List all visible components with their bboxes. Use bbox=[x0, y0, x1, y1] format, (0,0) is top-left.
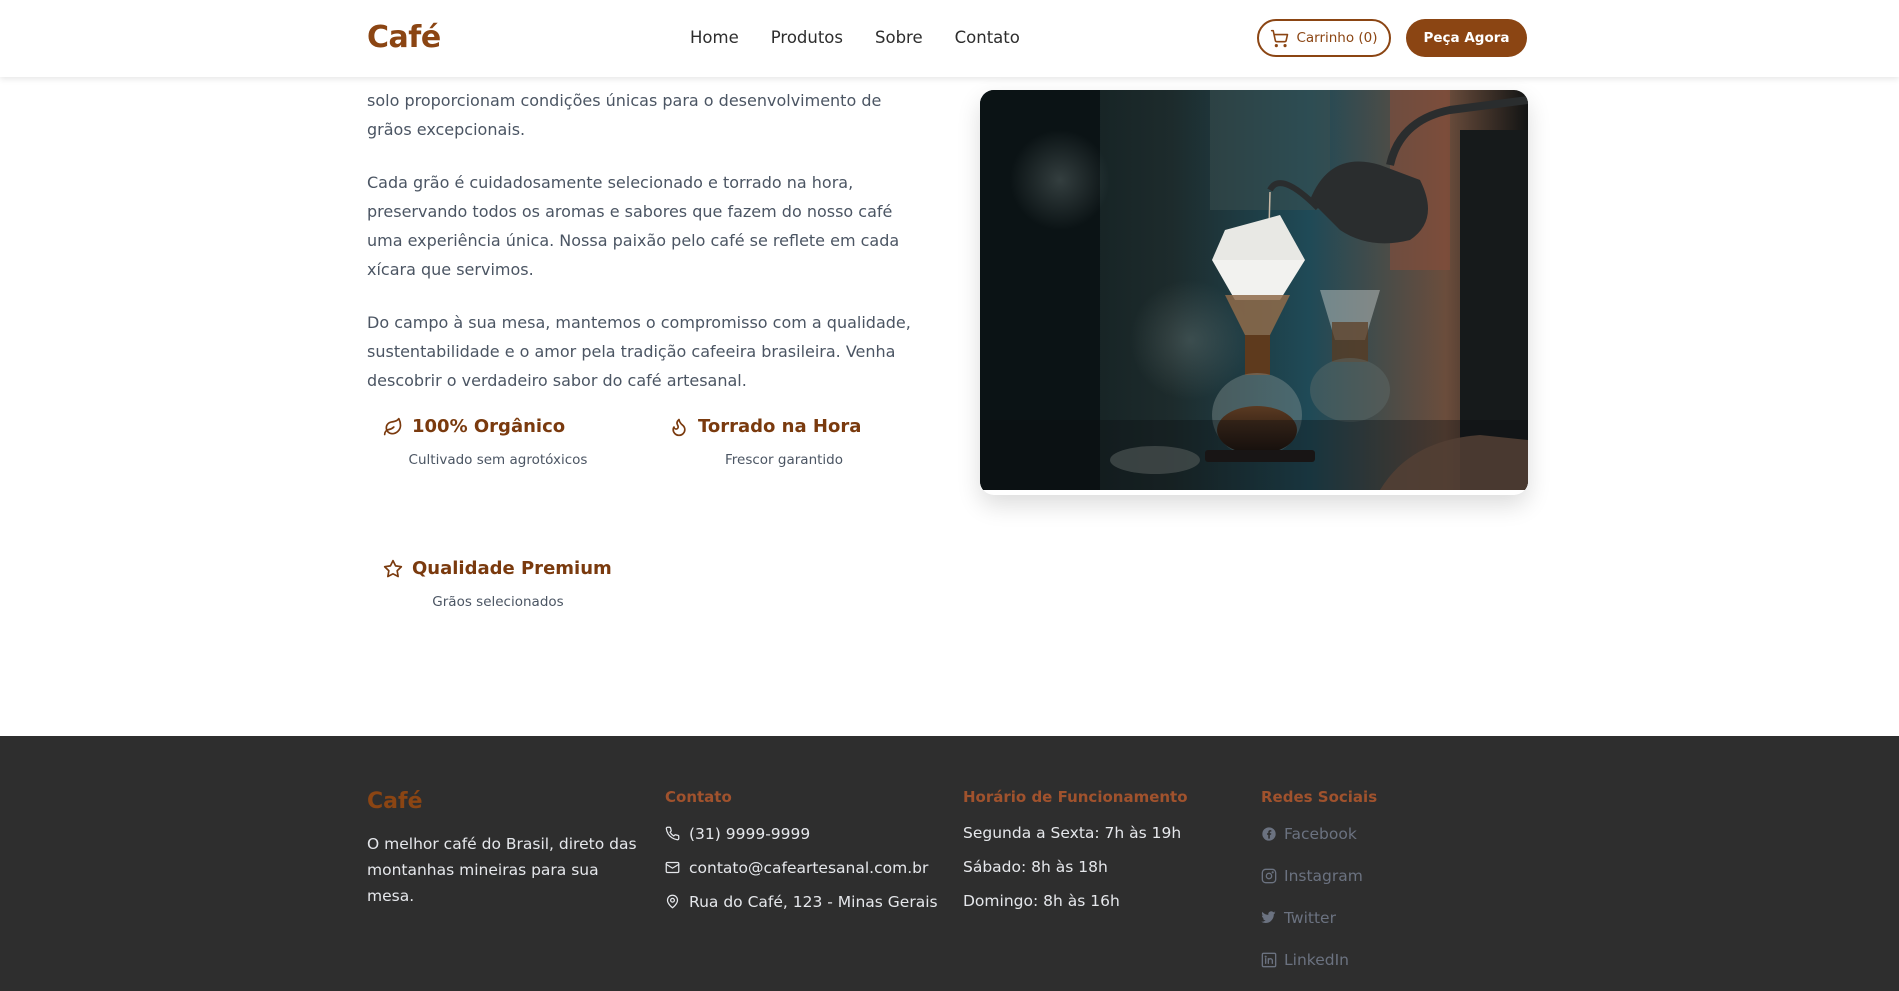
feature-list: 100% Orgânico Cultivado sem agrotóxicos … bbox=[367, 410, 927, 630]
feature-description: Frescor garantido bbox=[725, 452, 843, 468]
leaf-icon bbox=[383, 417, 402, 435]
about-paragraph: solo proporcionam condições únicas para … bbox=[367, 91, 882, 139]
map-pin-icon bbox=[666, 894, 679, 909]
about-text: solo proporcionam condições únicas para … bbox=[367, 88, 922, 419]
social-link-label: Facebook bbox=[1284, 824, 1357, 843]
nav-link-sobre[interactable]: Sobre bbox=[875, 28, 923, 47]
order-now-button[interactable]: Peça Agora bbox=[1406, 19, 1527, 57]
star-icon bbox=[383, 559, 403, 577]
feature-organic: 100% Orgânico Cultivado sem agrotóxicos bbox=[383, 416, 653, 468]
footer-tagline: O melhor café do Brasil, direto das mont… bbox=[367, 835, 637, 905]
linkedin-icon bbox=[1261, 952, 1277, 967]
feature-description: Grãos selecionados bbox=[432, 594, 564, 610]
site-footer: Café O melhor café do Brasil, direto das… bbox=[0, 736, 1899, 991]
facebook-icon bbox=[1262, 826, 1276, 841]
footer-heading-social: Redes Sociais bbox=[1261, 788, 1378, 806]
twitter-icon bbox=[1261, 910, 1276, 923]
feature-title: 100% Orgânico bbox=[412, 416, 566, 437]
site-header: Café Home Produtos Sobre Contato Carrinh… bbox=[0, 0, 1899, 77]
footer-contact: Contato (31) 9999-9999 contato@cafeartes… bbox=[665, 788, 938, 911]
social-link-instagram[interactable]: Instagram bbox=[1261, 866, 1377, 885]
feature-title: Qualidade Premium bbox=[412, 558, 612, 579]
flame-icon bbox=[672, 418, 686, 436]
instagram-icon bbox=[1261, 868, 1277, 883]
social-link-facebook[interactable]: Facebook bbox=[1261, 824, 1377, 843]
about-paragraph: Cada grão é cuidadosamente selecionado e… bbox=[367, 173, 900, 279]
shopping-cart-icon bbox=[1271, 29, 1289, 47]
feature-title: Torrado na Hora bbox=[698, 416, 862, 437]
nav-link-contato[interactable]: Contato bbox=[955, 28, 1020, 47]
feature-premium: Qualidade Premium Grãos selecionados bbox=[383, 558, 653, 610]
contact-email[interactable]: contato@cafeartesanal.com.br bbox=[665, 858, 938, 877]
nav-link-home[interactable]: Home bbox=[690, 28, 739, 47]
pour-over-coffee-image bbox=[980, 90, 1528, 490]
coffee-brewing-photo bbox=[980, 90, 1528, 495]
footer-heading-contact: Contato bbox=[665, 788, 732, 806]
social-link-label: Twitter bbox=[1284, 908, 1336, 927]
about-paragraph: Do campo à sua mesa, mantemos o compromi… bbox=[367, 313, 911, 390]
contact-phone[interactable]: (31) 9999-9999 bbox=[665, 824, 938, 843]
footer-social: Redes Sociais Facebook Instagram Twitter bbox=[1261, 788, 1377, 969]
hours-line: Domingo: 8h às 16h bbox=[963, 892, 1120, 910]
site-logo[interactable]: Café bbox=[367, 20, 441, 55]
footer-hours: Horário de Funcionamento Segunda a Sexta… bbox=[963, 788, 1188, 911]
social-link-linkedin[interactable]: LinkedIn bbox=[1261, 950, 1377, 969]
contact-email-text: contato@cafeartesanal.com.br bbox=[689, 858, 929, 877]
feature-roasted: Torrado na Hora Frescor garantido bbox=[669, 416, 939, 468]
social-link-twitter[interactable]: Twitter bbox=[1261, 908, 1377, 927]
contact-phone-text: (31) 9999-9999 bbox=[689, 824, 811, 843]
contact-address: Rua do Café, 123 - Minas Gerais bbox=[665, 892, 938, 911]
hours-line: Sábado: 8h às 18h bbox=[963, 858, 1108, 876]
contact-address-text: Rua do Café, 123 - Minas Gerais bbox=[689, 892, 938, 911]
feature-description: Cultivado sem agrotóxicos bbox=[408, 452, 588, 468]
hours-line: Segunda a Sexta: 7h às 19h bbox=[963, 824, 1182, 842]
nav-link-produtos[interactable]: Produtos bbox=[771, 28, 843, 47]
main-nav: Home Produtos Sobre Contato bbox=[690, 28, 1020, 47]
cart-button-label: Carrinho (0) bbox=[1296, 30, 1378, 46]
mail-icon bbox=[665, 861, 680, 874]
social-link-label: LinkedIn bbox=[1284, 950, 1349, 969]
footer-logo[interactable]: Café bbox=[367, 789, 637, 814]
footer-heading-hours: Horário de Funcionamento bbox=[963, 788, 1188, 806]
phone-icon bbox=[665, 826, 680, 841]
footer-brand: Café O melhor café do Brasil, direto das… bbox=[367, 789, 637, 909]
social-link-label: Instagram bbox=[1284, 866, 1363, 885]
cart-button[interactable]: Carrinho (0) bbox=[1257, 19, 1391, 57]
